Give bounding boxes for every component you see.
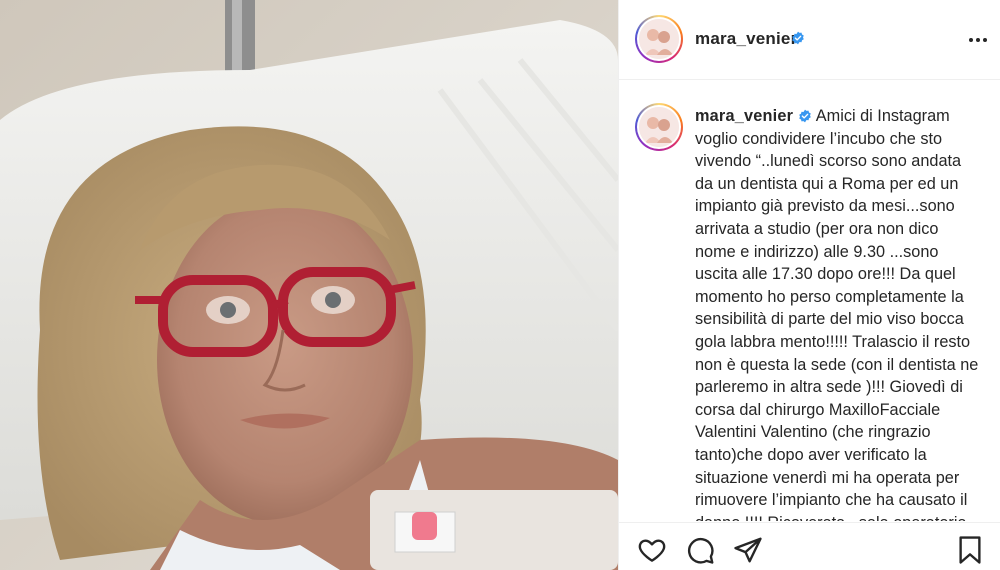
caption-text: Amici di Instagram [815,107,950,125]
caption-line: corsa dal chirurgo MaxilloFacciale [695,400,941,419]
heart-icon[interactable] [637,535,667,565]
caption-line: situazione venerdì mi ha operata per [695,468,960,487]
caption-line: arrivata a studio (per ora non dico [695,219,939,238]
header-username[interactable]: mara_venier [695,29,797,49]
caption-line: impianto già previsto da mesi...sono [695,197,955,216]
instagram-post: mara_venier mara_venier Amici di Instagr… [0,0,1000,570]
caption-line: rimuovere l’impianto che ha causato il [695,491,968,510]
avatar-image [639,19,679,59]
caption-line: voglio condividere l’incubo che sto [695,129,943,148]
bookmark-icon[interactable] [955,535,985,565]
caption-line: sensibilità di parte del mio viso bocca [695,310,964,329]
caption-line: nome e indirizzo) alle 9.30 ...sono [695,242,939,261]
post-photo[interactable] [0,0,618,570]
hospital-selfie-image [0,0,618,570]
caption-avatar[interactable] [635,103,683,151]
caption-line: gola labbra mento!!!!! Tralascio il rest… [695,332,971,351]
caption-username[interactable]: mara_venier [695,107,793,125]
caption-line: da un dentista qui a Roma per ed un [695,174,959,193]
post-side-panel: mara_venier mara_venier Amici di Instagr… [618,0,1000,570]
comment-icon[interactable] [685,535,715,565]
caption-line: momento ho perso completamente la [695,287,964,306]
verified-badge-icon [799,109,811,123]
paper-plane-icon[interactable] [733,535,763,565]
verified-badge-icon [792,31,804,45]
post-caption: mara_venier Amici di Instagram voglio co… [695,105,995,521]
caption-area: mara_venier Amici di Instagram voglio co… [619,81,1000,521]
caption-line: non è questa la sede (con il dentista ne [695,355,979,374]
caption-line: vivendo “..lunedì scorso sono andata [695,152,962,171]
caption-line: parleremo in altra sede )!!! Giovedì di [695,378,963,397]
caption-line: danno !!!! Ricoverata...sala operatoria [695,512,995,521]
caption-line: mara_venier Amici di Instagram [695,105,995,128]
action-bar [619,522,1000,570]
more-options-icon[interactable] [965,27,991,53]
avatar-image [639,107,679,147]
avatar[interactable] [635,15,683,63]
caption-line: Valentini Valentino (che ringrazio [695,423,931,442]
caption-line: uscita alle 17.30 dopo ore!!! Da quel [695,265,956,284]
caption-line: tanto)che dopo aver verificato la [695,445,927,464]
post-header: mara_venier [619,0,1000,80]
